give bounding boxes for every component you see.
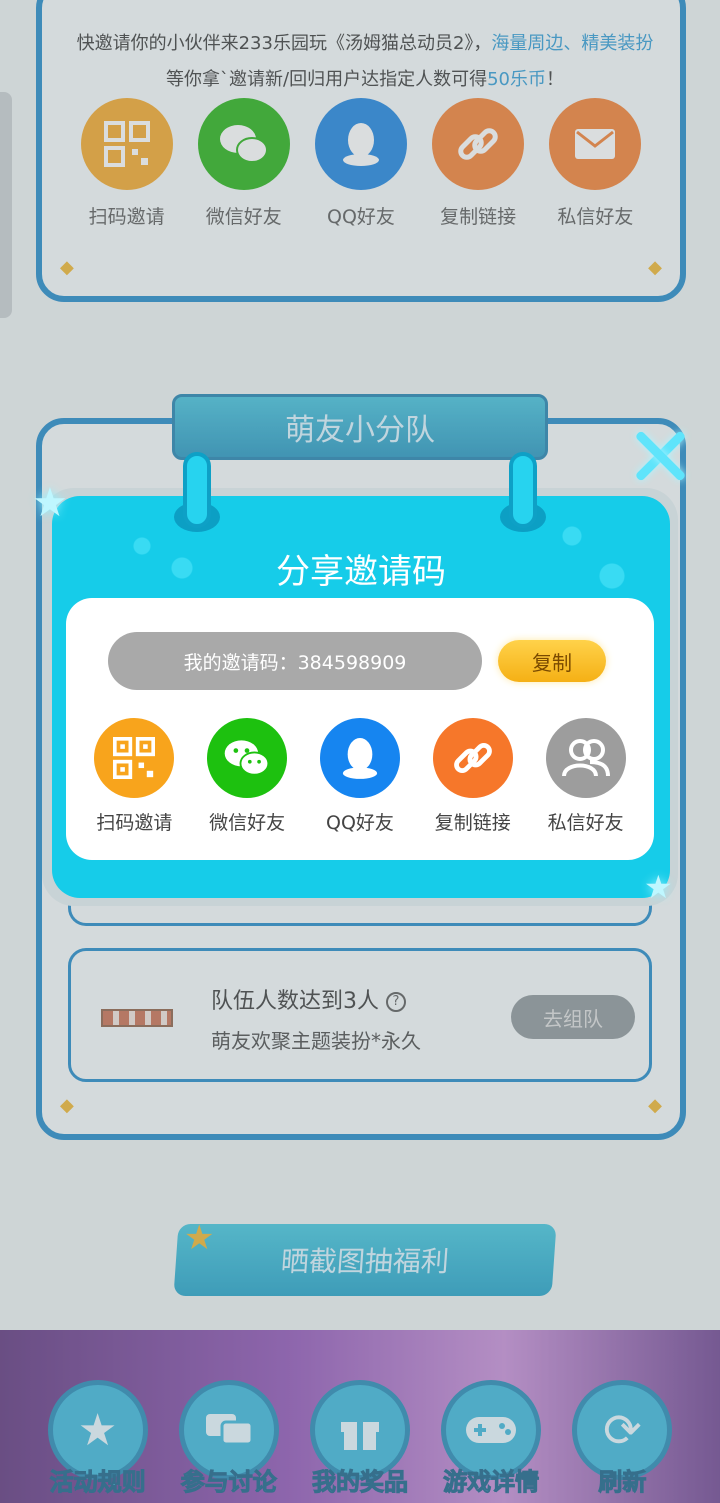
modal-title: 分享邀请码 — [276, 552, 446, 592]
star-icon: ★ — [32, 480, 68, 526]
binder-clip-left — [183, 452, 211, 528]
share-qr-button[interactable]: 扫码邀请 — [84, 718, 184, 835]
share-qq-button[interactable]: QQ好友 — [310, 718, 410, 835]
share-link-button[interactable]: 复制链接 — [423, 718, 523, 835]
invite-panel: 我的邀请码：384598909 复制 扫码邀请 微信好友 QQ好友 复制链接 私… — [66, 598, 654, 860]
share-label: QQ好友 — [326, 812, 394, 834]
modal-share-row: 扫码邀请 微信好友 QQ好友 复制链接 私信好友 — [66, 718, 654, 835]
link-icon — [432, 718, 513, 798]
share-label: 私信好友 — [547, 812, 624, 834]
share-label: 扫码邀请 — [96, 812, 173, 834]
friends-icon — [545, 718, 626, 798]
binder-clip-right — [509, 452, 537, 528]
share-message-button[interactable]: 私信好友 — [536, 718, 636, 835]
star-icon: ★ — [644, 868, 673, 906]
close-icon[interactable] — [632, 428, 688, 484]
share-wechat-button[interactable]: 微信好友 — [197, 718, 297, 835]
copy-code-button[interactable]: 复制 — [498, 640, 606, 682]
wechat-icon — [207, 718, 288, 798]
invite-code-text: 我的邀请码：384598909 — [183, 651, 407, 674]
invite-code-field: 我的邀请码：384598909 — [108, 632, 482, 690]
qr-code-icon — [94, 718, 175, 798]
share-label: 微信好友 — [209, 812, 286, 834]
copy-label: 复制 — [532, 650, 572, 675]
qq-icon — [319, 718, 400, 798]
share-label: 复制链接 — [434, 812, 511, 834]
